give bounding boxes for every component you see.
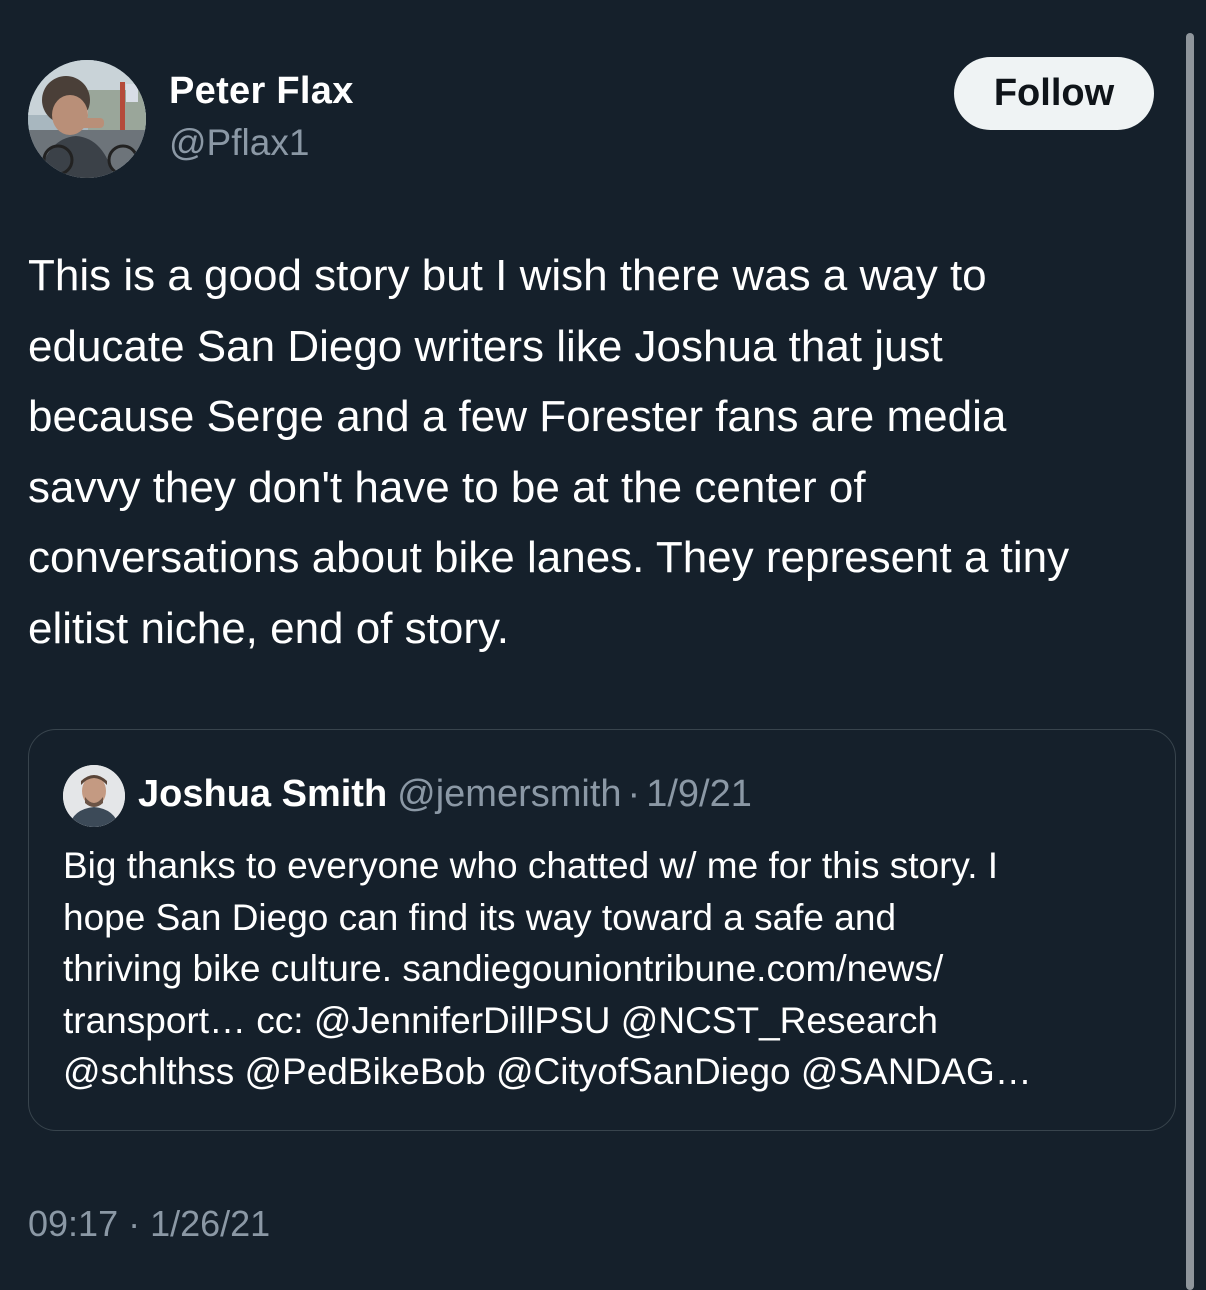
author-name[interactable]: Peter Flax (169, 70, 354, 113)
quoted-avatar-image (63, 765, 125, 827)
quoted-separator: · (627, 773, 641, 815)
quoted-date: 1/9/21 (646, 773, 752, 815)
author-handle[interactable]: @Pflax1 (169, 122, 309, 164)
tweet-text: This is a good story but I wish there wa… (28, 251, 1070, 653)
quoted-author-handle: @jemersmith (397, 773, 622, 815)
tweet-timestamp[interactable]: 09:17 · 1/26/21 (28, 1203, 270, 1245)
quoted-author-name: Joshua Smith (138, 773, 388, 815)
follow-button[interactable]: Follow (954, 57, 1154, 130)
tweet-detail: Peter Flax @Pflax1 Follow This is a good… (0, 0, 1206, 1290)
quoted-author-avatar (63, 765, 125, 827)
quoted-tweet-text: Big thanks to everyone who chatted w/ me… (63, 845, 1032, 1092)
author-avatar-image (28, 60, 146, 178)
quoted-header: Joshua Smith @jemersmith · 1/9/21 (138, 773, 752, 816)
author-avatar[interactable] (28, 60, 146, 178)
quoted-tweet-card[interactable]: Joshua Smith @jemersmith · 1/9/21 Big thank… (28, 729, 1176, 1131)
scrollbar[interactable] (1186, 33, 1194, 1290)
